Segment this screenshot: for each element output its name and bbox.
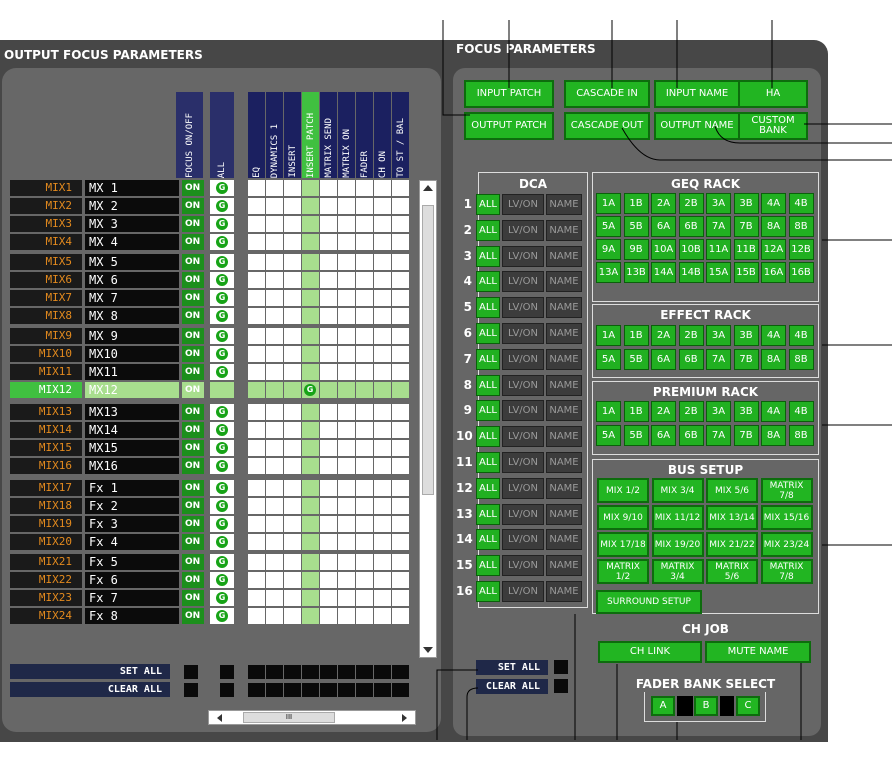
callout-lines [436, 20, 892, 740]
